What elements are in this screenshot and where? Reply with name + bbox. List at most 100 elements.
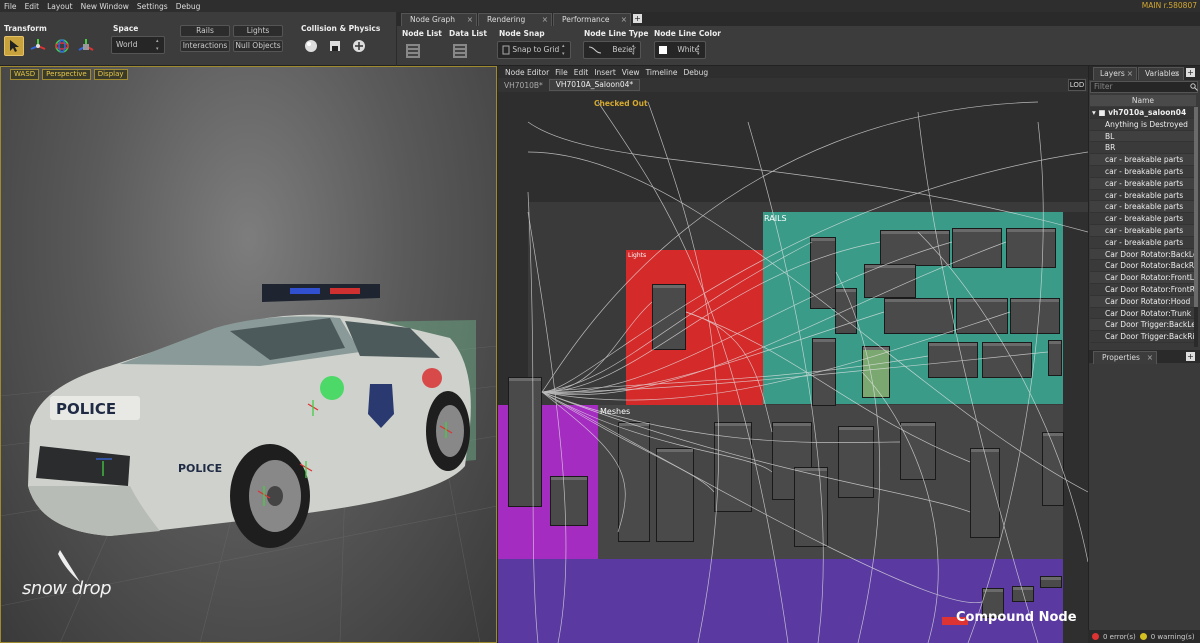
rotate-tool-button[interactable] <box>52 36 72 56</box>
compound-node-label: Compound Node <box>956 610 1077 625</box>
node-snap-dropdown[interactable]: Snap to Grid <box>497 41 571 59</box>
list-item[interactable]: BL <box>1090 130 1194 143</box>
layers-scrollbar[interactable] <box>1194 107 1198 347</box>
close-icon[interactable]: × <box>1127 68 1133 80</box>
error-count[interactable]: 0 error(s) <box>1103 633 1136 641</box>
node-line-type-title: Node Line Type <box>584 29 649 38</box>
node-list-icon[interactable] <box>405 43 421 59</box>
close-icon[interactable]: × <box>1147 352 1153 364</box>
node-editor-panel: Node Editor File Edit Insert View Timeli… <box>498 66 1088 643</box>
menu-layout[interactable]: Layout <box>43 2 77 11</box>
collision-title: Collision & Physics <box>301 24 381 33</box>
space-dropdown[interactable]: World <box>111 36 165 54</box>
warning-count[interactable]: 0 warning(s) <box>1151 633 1195 641</box>
list-item[interactable]: car - breakable parts <box>1090 201 1194 214</box>
node-editor-title: Node Editor <box>505 67 550 77</box>
data-list-title: Data List <box>449 29 487 38</box>
lights-button[interactable]: Lights <box>233 25 283 37</box>
node-graph-toolbar: Node List Data List Node Snap Snap to Gr… <box>397 26 1200 66</box>
interactions-button[interactable]: Interactions <box>180 40 230 52</box>
tab-variables[interactable]: Variables × <box>1138 67 1184 80</box>
tab-node-graph[interactable]: Node Graph × <box>401 13 477 26</box>
move-gizmo-icon <box>30 39 46 50</box>
move-tool-button[interactable] <box>28 36 48 56</box>
list-item[interactable]: car - breakable parts <box>1090 213 1194 225</box>
error-icon <box>1092 633 1099 640</box>
select-tool-button[interactable] <box>4 36 24 56</box>
node-line-type-dropdown[interactable]: Bezier <box>583 41 641 59</box>
tab-performance[interactable]: Performance × <box>553 13 631 26</box>
list-item[interactable]: Car Door Trigger:BackRight <box>1090 331 1194 343</box>
add-tab-icon[interactable]: + <box>1186 68 1195 77</box>
collision-box-button[interactable] <box>325 36 345 56</box>
transform-title: Transform <box>4 24 47 33</box>
ne-menu-file[interactable]: File <box>552 68 571 77</box>
list-item[interactable]: Car Door Rotator:BackLeft <box>1090 248 1194 261</box>
main-menubar: File Edit Layout New Window Settings Deb… <box>0 0 1200 12</box>
breadcrumb-item-saloon04[interactable]: VH7010A_Saloon04* <box>548 79 641 91</box>
list-item[interactable]: car - breakable parts <box>1090 224 1194 237</box>
wasd-button[interactable]: WASD <box>10 69 40 80</box>
list-item[interactable]: BR <box>1090 142 1194 155</box>
close-icon[interactable]: × <box>621 14 627 26</box>
rotate-gizmo-icon <box>55 39 69 53</box>
ne-menu-view[interactable]: View <box>619 68 643 77</box>
add-tab-icon[interactable]: + <box>633 14 642 23</box>
right-panel-tabs: Layers × Variables × + <box>1089 66 1200 80</box>
list-item[interactable]: Car Door Rotator:Hood <box>1090 295 1194 308</box>
tab-rendering[interactable]: Rendering × <box>478 13 552 26</box>
close-icon[interactable]: × <box>467 14 473 26</box>
collision-shape-button[interactable] <box>301 36 321 56</box>
lod-button[interactable]: LOD <box>1068 79 1086 91</box>
name-column-header[interactable]: Name <box>1090 95 1196 106</box>
close-icon[interactable]: × <box>1174 68 1180 80</box>
list-item[interactable]: car - breakable parts <box>1090 154 1194 166</box>
layer-root-item[interactable]: ▾ ■ vh7010a_saloon04 <box>1090 107 1194 119</box>
layers-filter-input[interactable]: Filter <box>1090 81 1198 93</box>
ne-menu-edit[interactable]: Edit <box>571 68 592 77</box>
list-item[interactable]: Car Door Trigger:BackLeft <box>1090 319 1194 332</box>
ne-menu-timeline[interactable]: Timeline <box>643 68 681 77</box>
bezier-curve-icon <box>588 46 602 54</box>
close-icon[interactable]: × <box>542 14 548 26</box>
menu-settings[interactable]: Settings <box>133 2 172 11</box>
add-tab-icon[interactable]: + <box>1186 352 1195 361</box>
data-list-icon[interactable] <box>452 43 468 59</box>
rails-button[interactable]: Rails <box>180 25 230 37</box>
snap-icon <box>502 45 510 55</box>
node-line-color-dropdown[interactable]: White <box>654 41 706 59</box>
display-button[interactable]: Display <box>93 69 128 80</box>
list-item[interactable]: Anything is Destroyed <box>1090 118 1194 131</box>
svg-text:POLICE: POLICE <box>178 462 222 475</box>
warning-icon <box>1139 633 1147 640</box>
lights-group-label: Lights <box>628 252 647 259</box>
menu-edit[interactable]: Edit <box>21 2 44 11</box>
list-item[interactable]: Car Door Rotator:FrontRight <box>1090 283 1194 296</box>
tab-label: Performance <box>562 15 610 24</box>
meshes-group-label: Meshes <box>600 407 631 416</box>
node-graph-canvas[interactable]: RAILS Lights Meshes Checked Out Compound… <box>498 92 1088 643</box>
menu-debug[interactable]: Debug <box>172 2 205 11</box>
menu-file[interactable]: File <box>0 2 21 11</box>
list-item[interactable]: Car Door Rotator:BackRight <box>1090 260 1194 273</box>
cursor-icon <box>10 40 19 52</box>
list-item[interactable]: car - breakable parts <box>1090 189 1194 202</box>
null-objects-button[interactable]: Null Objects <box>233 40 283 52</box>
list-item[interactable]: Car Door Rotator:Trunk <box>1090 307 1194 320</box>
ne-menu-insert[interactable]: Insert <box>591 68 619 77</box>
layer-root-label: vh7010a_saloon04 <box>1108 108 1187 117</box>
breadcrumb-item-vh7010b[interactable]: VH7010B* <box>498 81 549 90</box>
ne-menu-debug[interactable]: Debug <box>680 68 711 77</box>
node-list-title: Node List <box>402 29 442 38</box>
menu-new-window[interactable]: New Window <box>77 2 133 11</box>
list-item[interactable]: car - breakable parts <box>1090 165 1194 178</box>
list-item[interactable]: car - breakable parts <box>1090 177 1194 190</box>
list-item[interactable]: car - breakable parts <box>1090 236 1194 249</box>
perspective-button[interactable]: Perspective <box>42 69 91 80</box>
tab-properties[interactable]: Properties × <box>1093 351 1157 364</box>
physics-button[interactable] <box>349 36 369 56</box>
list-item[interactable]: Car Door Rotator:FrontLeft <box>1090 272 1194 284</box>
tab-layers[interactable]: Layers × <box>1093 67 1137 80</box>
3d-viewport[interactable]: POLICE POLICE WASD Perspective Display s… <box>0 66 497 643</box>
scale-tool-button[interactable] <box>76 36 96 56</box>
